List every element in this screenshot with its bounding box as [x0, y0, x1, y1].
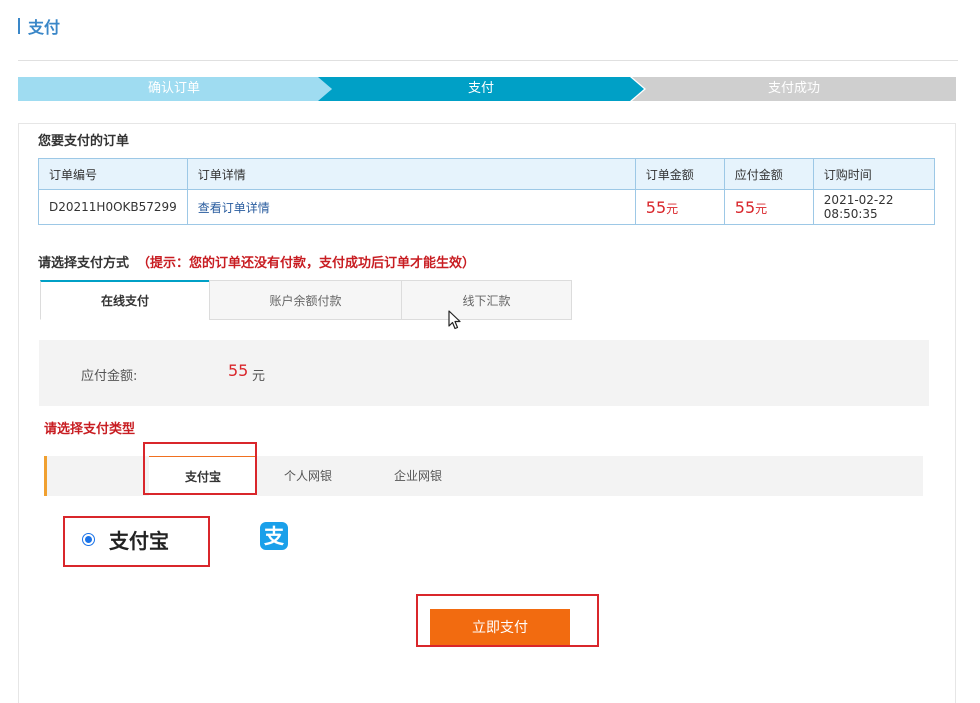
order-time-cell: 2021-02-22 08:50:35 [812, 189, 936, 225]
header-order-detail: 订单详情 [186, 158, 636, 190]
header-payable-amount: 应付金额 [723, 158, 814, 190]
payment-type-label: 请选择支付类型 [44, 422, 136, 437]
step-pay: 支付 [318, 77, 644, 101]
type-tab-enterprise-bank[interactable]: 企业网银 [373, 456, 463, 496]
order-amount-unit: 元 [666, 201, 679, 216]
payable-amount-total-unit: 元 [252, 369, 266, 384]
tab-online-payment[interactable]: 在线支付 [40, 280, 210, 320]
highlight-box-pay-button [416, 594, 599, 647]
step-confirm-order: 确认订单 [18, 77, 330, 101]
payable-amount-unit: 元 [755, 201, 768, 216]
order-table: 订单编号 订单详情 订单金额 应付金额 订购时间 D20211H0OKB5729… [38, 158, 936, 225]
tab-balance-payment[interactable]: 账户余额付款 [209, 280, 402, 320]
payment-method-label: 请选择支付方式 （提示：您的订单还没有付款，支付成功后订单才能生效） [38, 252, 475, 271]
type-tab-personal-bank[interactable]: 个人网银 [263, 456, 353, 496]
alipay-logo-icon: 支 [260, 522, 288, 550]
payable-amount-cell: 55元 [723, 189, 814, 225]
payment-method-label-text: 请选择支付方式 [38, 256, 130, 271]
payable-amount-label: 应付金额: [81, 369, 138, 384]
title-divider [18, 60, 958, 61]
highlight-box-alipay-tab [143, 442, 257, 495]
payable-amount-box: 应付金额: 55 元 [39, 340, 929, 406]
highlight-box-alipay-option [63, 516, 210, 567]
header-order-amount: 订单金额 [634, 158, 725, 190]
table-row: D20211H0OKB57299 查看订单详情 55元 55元 2021-02-… [38, 189, 936, 225]
order-detail-cell: 查看订单详情 [186, 189, 636, 225]
header-order-time: 订购时间 [812, 158, 936, 190]
tab-offline-transfer[interactable]: 线下汇款 [401, 280, 572, 320]
order-amount-value: 55 [645, 197, 667, 217]
page-title-text: 支付 [28, 18, 61, 37]
payable-amount-value: 55 [734, 197, 756, 217]
order-no-cell: D20211H0OKB57299 [38, 189, 188, 225]
order-section-label: 您要支付的订单 [38, 134, 130, 149]
order-table-header: 订单编号 订单详情 订单金额 应付金额 订购时间 [38, 158, 936, 190]
mouse-cursor-icon [448, 310, 461, 330]
progress-steps: 确认订单 支付成功 支付 [18, 77, 956, 101]
step-pay-success: 支付成功 [632, 77, 956, 101]
payment-method-hint: （提示：您的订单还没有付款，支付成功后订单才能生效） [137, 256, 476, 271]
payable-amount-total: 55 [228, 361, 249, 380]
title-accent-bar [18, 18, 20, 34]
header-order-no: 订单编号 [38, 158, 188, 190]
order-amount-cell: 55元 [634, 189, 725, 225]
payment-method-tabs: 在线支付 账户余额付款 线下汇款 [40, 280, 572, 320]
page-title: 支付 [18, 14, 60, 38]
view-order-detail-link[interactable]: 查看订单详情 [198, 201, 270, 215]
